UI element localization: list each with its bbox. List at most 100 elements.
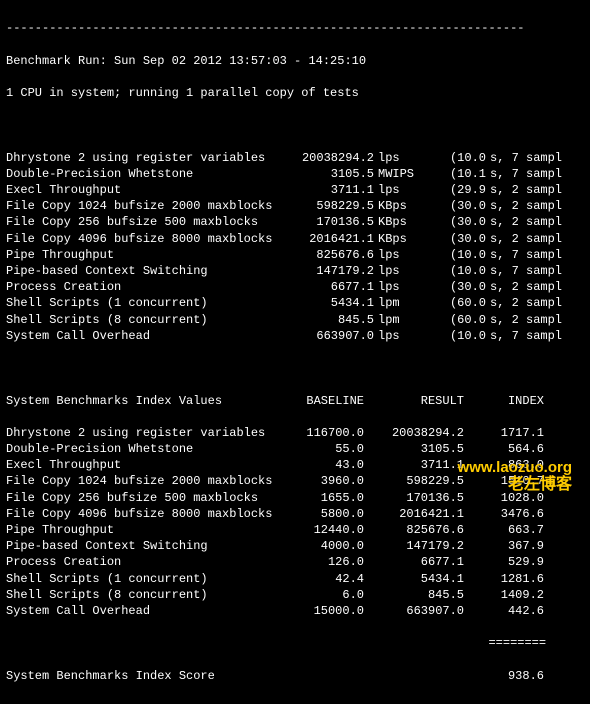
raw-label: File Copy 256 bufsize 500 maxblocks [6, 214, 284, 230]
index-baseline: 5800.0 [284, 506, 364, 522]
raw-value: 3105.5 [284, 166, 374, 182]
index-row: File Copy 4096 bufsize 8000 maxblocks580… [6, 506, 584, 522]
raw-label: Shell Scripts (1 concurrent) [6, 295, 284, 311]
index-row: Shell Scripts (8 concurrent)6.0845.51409… [6, 587, 584, 603]
raw-time: (10.0 [426, 150, 486, 166]
index-result: 3105.5 [364, 441, 464, 457]
index-header-row: System Benchmarks Index Values BASELINE … [6, 393, 584, 409]
raw-row: File Copy 4096 bufsize 8000 maxblocks201… [6, 231, 584, 247]
index-index: 442.6 [464, 603, 544, 619]
raw-unit: KBps [374, 198, 426, 214]
index-result: 6677.1 [364, 554, 464, 570]
raw-trail: s, 2 sampl [486, 182, 580, 198]
index-result: 825676.6 [364, 522, 464, 538]
index-baseline: 3960.0 [284, 473, 364, 489]
index-results-block: Dhrystone 2 using register variables1167… [6, 425, 584, 619]
raw-value: 598229.5 [284, 198, 374, 214]
raw-trail: s, 2 sampl [486, 295, 580, 311]
index-index: 1510.7 [464, 473, 544, 489]
raw-value: 5434.1 [284, 295, 374, 311]
raw-time: (60.0 [426, 295, 486, 311]
raw-unit: lps [374, 150, 426, 166]
index-result: 20038294.2 [364, 425, 464, 441]
index-row: Shell Scripts (1 concurrent)42.45434.112… [6, 571, 584, 587]
raw-trail: s, 7 sampl [486, 263, 580, 279]
index-label: Pipe-based Context Switching [6, 538, 284, 554]
raw-row: Double-Precision Whetstone3105.5MWIPS(10… [6, 166, 584, 182]
raw-value: 3711.1 [284, 182, 374, 198]
raw-row: Shell Scripts (1 concurrent)5434.1lpm(60… [6, 295, 584, 311]
index-result: 3711.1 [364, 457, 464, 473]
raw-value: 20038294.2 [284, 150, 374, 166]
raw-row: Pipe-based Context Switching147179.2lps(… [6, 263, 584, 279]
raw-unit: lps [374, 247, 426, 263]
index-baseline: 12440.0 [284, 522, 364, 538]
index-baseline: 1655.0 [284, 490, 364, 506]
raw-results-block: Dhrystone 2 using register variables2003… [6, 150, 584, 344]
index-label: System Call Overhead [6, 603, 284, 619]
col-baseline: BASELINE [284, 393, 364, 409]
rule-top: ----------------------------------------… [6, 20, 584, 36]
index-label: File Copy 256 bufsize 500 maxblocks [6, 490, 284, 506]
index-row: System Call Overhead15000.0663907.0442.6 [6, 603, 584, 619]
index-result: 663907.0 [364, 603, 464, 619]
raw-value: 845.5 [284, 312, 374, 328]
raw-row: System Call Overhead663907.0lps(10.0s, 7… [6, 328, 584, 344]
index-baseline: 6.0 [284, 587, 364, 603]
raw-row: File Copy 1024 bufsize 2000 maxblocks598… [6, 198, 584, 214]
raw-value: 663907.0 [284, 328, 374, 344]
index-row: Dhrystone 2 using register variables1167… [6, 425, 584, 441]
raw-trail: s, 7 sampl [486, 166, 580, 182]
index-index: 663.7 [464, 522, 544, 538]
index-baseline: 116700.0 [284, 425, 364, 441]
raw-unit: lps [374, 328, 426, 344]
footer-rule: ======== [6, 635, 584, 651]
raw-time: (10.0 [426, 247, 486, 263]
index-index: 1409.2 [464, 587, 544, 603]
index-baseline: 15000.0 [284, 603, 364, 619]
raw-trail: s, 2 sampl [486, 279, 580, 295]
raw-row: Pipe Throughput825676.6lps(10.0s, 7 samp… [6, 247, 584, 263]
raw-time: (29.9 [426, 182, 486, 198]
index-label: Pipe Throughput [6, 522, 284, 538]
index-label: Process Creation [6, 554, 284, 570]
terminal-output: ----------------------------------------… [0, 0, 590, 704]
raw-label: Double-Precision Whetstone [6, 166, 284, 182]
raw-label: Dhrystone 2 using register variables [6, 150, 284, 166]
raw-time: (30.0 [426, 198, 486, 214]
raw-trail: s, 2 sampl [486, 198, 580, 214]
index-label: Execl Throughput [6, 457, 284, 473]
index-title: System Benchmarks Index Values [6, 393, 284, 409]
raw-time: (10.0 [426, 263, 486, 279]
index-index: 529.9 [464, 554, 544, 570]
index-index: 1028.0 [464, 490, 544, 506]
index-row: File Copy 1024 bufsize 2000 maxblocks396… [6, 473, 584, 489]
raw-unit: lpm [374, 295, 426, 311]
index-index: 3476.6 [464, 506, 544, 522]
index-index: 1717.1 [464, 425, 544, 441]
index-label: Shell Scripts (8 concurrent) [6, 587, 284, 603]
index-index: 367.9 [464, 538, 544, 554]
index-index: 564.6 [464, 441, 544, 457]
index-result: 2016421.1 [364, 506, 464, 522]
cpu-line: 1 CPU in system; running 1 parallel copy… [6, 85, 584, 101]
run-line: Benchmark Run: Sun Sep 02 2012 13:57:03 … [6, 53, 584, 69]
score-row: System Benchmarks Index Score 938.6 [6, 668, 584, 684]
raw-unit: KBps [374, 214, 426, 230]
raw-unit: lps [374, 182, 426, 198]
index-result: 845.5 [364, 587, 464, 603]
raw-label: File Copy 1024 bufsize 2000 maxblocks [6, 198, 284, 214]
index-baseline: 42.4 [284, 571, 364, 587]
raw-label: Process Creation [6, 279, 284, 295]
col-index: INDEX [464, 393, 544, 409]
raw-time: (10.1 [426, 166, 486, 182]
raw-label: System Call Overhead [6, 328, 284, 344]
raw-time: (30.0 [426, 214, 486, 230]
index-baseline: 55.0 [284, 441, 364, 457]
raw-row: Execl Throughput3711.1lps(29.9s, 2 sampl [6, 182, 584, 198]
raw-value: 2016421.1 [284, 231, 374, 247]
index-row: File Copy 256 bufsize 500 maxblocks1655.… [6, 490, 584, 506]
raw-time: (30.0 [426, 279, 486, 295]
raw-trail: s, 2 sampl [486, 312, 580, 328]
raw-label: Execl Throughput [6, 182, 284, 198]
